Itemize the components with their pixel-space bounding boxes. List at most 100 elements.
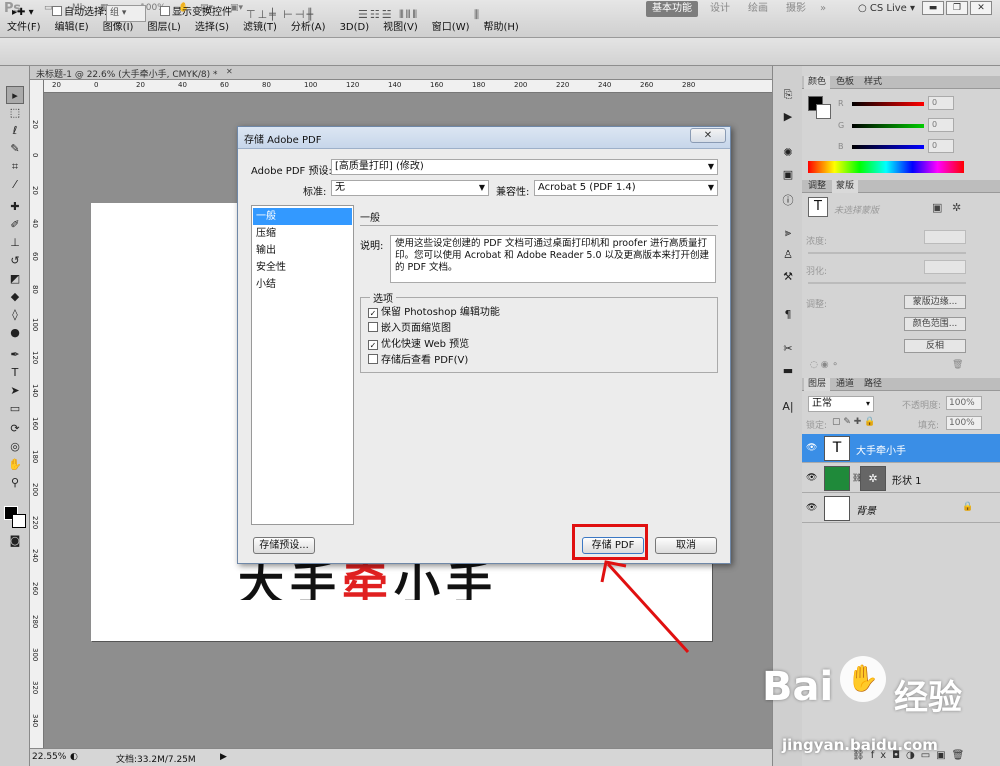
nav-general[interactable]: 一般 [253,208,352,225]
standard-select[interactable]: 无 ▼ [331,180,489,196]
tab-masks[interactable]: 蒙版 [832,180,859,193]
show-transform-checkbox[interactable]: 显示变换控件 [160,6,232,20]
color-bg-swatch[interactable] [816,104,831,119]
quick-select-tool-icon[interactable]: ✎ [6,140,24,158]
cslive-button[interactable]: ○ CS Live ▾ [852,1,921,17]
stamp-tool-icon[interactable]: ⊥ [6,234,24,252]
checkbox-checked[interactable]: ✓ [368,308,378,318]
feather-slider[interactable] [808,282,966,284]
workspace-photography[interactable]: 摄影 [780,1,812,17]
visibility-eye-icon[interactable]: 👁 [806,443,817,453]
tab-adjustments[interactable]: 调整 [804,180,830,193]
measurement-panel-icon[interactable]: ▬ [780,364,796,380]
3d-orbit-icon[interactable]: ◎ [6,438,24,456]
dodge-tool-icon[interactable]: ● [6,324,24,342]
checkbox-unchecked[interactable] [368,322,378,332]
eyedropper-tool-icon[interactable]: ⁄ [6,176,24,194]
auto-align-icon[interactable]: ⫼ [474,8,481,22]
channel-r-value[interactable]: 0 [928,96,954,110]
checkbox-checked[interactable]: ✓ [368,340,378,350]
menu-filter[interactable]: 滤镜(T) [236,20,284,36]
align-icons[interactable]: ⊤⊥╪ ⊢⊣╫ [246,8,315,21]
layer-row-text[interactable]: 👁 T 大手牵小手 [802,434,1000,463]
auto-select-checkbox[interactable]: 自动选择: [52,6,107,20]
compat-select[interactable]: Acrobat 5 (PDF 1.4) ▼ [534,180,718,196]
density-slider[interactable] [808,252,966,254]
checkbox-unchecked[interactable] [368,354,378,364]
opt-preserve-editing[interactable]: ✓ 保留 Photoshop 编辑功能 [368,306,500,319]
workspace-more[interactable]: » [814,1,832,17]
auto-select-dropdown[interactable]: 组 ▾ [106,5,146,22]
workspace-painting[interactable]: 绘画 [742,1,774,17]
pen-tool-icon[interactable]: ✒ [6,346,24,364]
restore-button[interactable]: ❐ [946,1,968,15]
mask-delete-icon[interactable]: 🗑 [952,360,963,370]
channel-b-value[interactable]: 0 [928,139,954,153]
status-arrow-icon[interactable]: ▶ [220,752,227,762]
menu-select[interactable]: 选择(S) [188,20,236,36]
distribute-icons[interactable]: ☰☷☱ ⫴⫴⫴ [358,8,419,22]
character-panel-icon[interactable]: A| [780,400,796,416]
fill-field[interactable]: 100% [946,416,982,430]
opt-embed-thumbnails[interactable]: 嵌入页面缩览图 [368,322,451,335]
nav-security[interactable]: 安全性 [253,259,352,276]
color-range-button[interactable]: 颜色范围... [904,317,966,331]
menu-help[interactable]: 帮助(H) [477,20,526,36]
tab-color[interactable]: 颜色 [804,76,831,89]
actions-panel-icon[interactable]: ▶ [780,110,796,126]
density-field[interactable] [924,230,966,244]
lock-icons[interactable]: ▢ ✎ ✚ 🔒 [832,417,875,427]
close-tab-icon[interactable]: ✕ [226,67,233,76]
lasso-tool-icon[interactable]: ℓ [6,122,24,140]
opt-fast-web-view[interactable]: ✓ 优化快速 Web 预览 [368,338,469,351]
3d-rotate-icon[interactable]: ⟳ [6,420,24,438]
menu-view[interactable]: 视图(V) [376,20,425,36]
cancel-button[interactable]: 取消 [655,537,717,554]
background-color-swatch[interactable] [12,514,26,528]
workspace-design[interactable]: 设计 [704,1,736,17]
eraser-tool-icon[interactable]: ◩ [6,270,24,288]
crop-tool-icon[interactable]: ⌗ [6,158,24,176]
move-tool-preset-icon[interactable]: ▸✚ ▾ [12,6,34,20]
channel-g-value[interactable]: 0 [928,118,954,132]
tab-paths[interactable]: 路径 [860,378,886,391]
layer-row-shape[interactable]: 👁 ⛓ ✲ 形状 1 [802,464,1000,493]
marquee-tool-icon[interactable]: ⬚ [6,104,24,122]
pixel-mask-icon[interactable]: ▣ [932,201,942,214]
brush-tool-icon[interactable]: ✐ [6,216,24,234]
menu-image[interactable]: 图像(I) [96,20,141,36]
menu-layer[interactable]: 图层(L) [140,20,187,36]
mask-edge-button[interactable]: 蒙版边缘... [904,295,966,309]
feather-field[interactable] [924,260,966,274]
path-select-icon[interactable]: ➤ [6,382,24,400]
dialog-close-button[interactable]: ✕ [690,128,726,143]
tab-styles[interactable]: 样式 [860,76,886,89]
preset-select[interactable]: [高质量打印] (修改) ▼ [331,159,718,175]
zoom-tool-icon[interactable]: ⚲ [6,474,24,492]
opt-view-after-save[interactable]: 存储后查看 PDF(V) [368,354,468,367]
type-tool-icon[interactable]: T [6,364,24,382]
history-brush-icon[interactable]: ↺ [6,252,24,270]
tab-channels[interactable]: 通道 [832,378,858,391]
menu-3d[interactable]: 3D(D) [333,20,377,36]
save-preset-button[interactable]: 存储预设... [253,537,315,554]
close-button[interactable]: ✕ [970,1,992,15]
vector-mask-icon[interactable]: ✲ [952,201,961,214]
channel-g-slider[interactable] [852,124,924,128]
layer-row-background[interactable]: 👁 背景 🔒 [802,494,1000,523]
quick-mask-icon[interactable]: ◙ [6,532,24,550]
color-spectrum[interactable] [808,161,964,173]
clone-source-icon[interactable]: ♙ [780,248,796,264]
healing-brush-icon[interactable]: ✚ [6,198,24,216]
invert-button[interactable]: 反相 [904,339,966,353]
tab-layers[interactable]: 图层 [804,378,831,391]
paint-bucket-icon[interactable]: ◆ [6,288,24,306]
channel-r-slider[interactable] [852,102,924,106]
minimize-button[interactable]: ▬ [922,1,944,15]
opacity-field[interactable]: 100% [946,396,982,410]
status-zoom[interactable]: 22.55% [32,752,66,762]
channel-b-slider[interactable] [852,145,924,149]
blur-tool-icon[interactable]: ◊ [6,306,24,324]
menu-edit[interactable]: 编辑(E) [48,20,96,36]
paragraph-panel-icon[interactable]: ¶ [780,308,796,324]
